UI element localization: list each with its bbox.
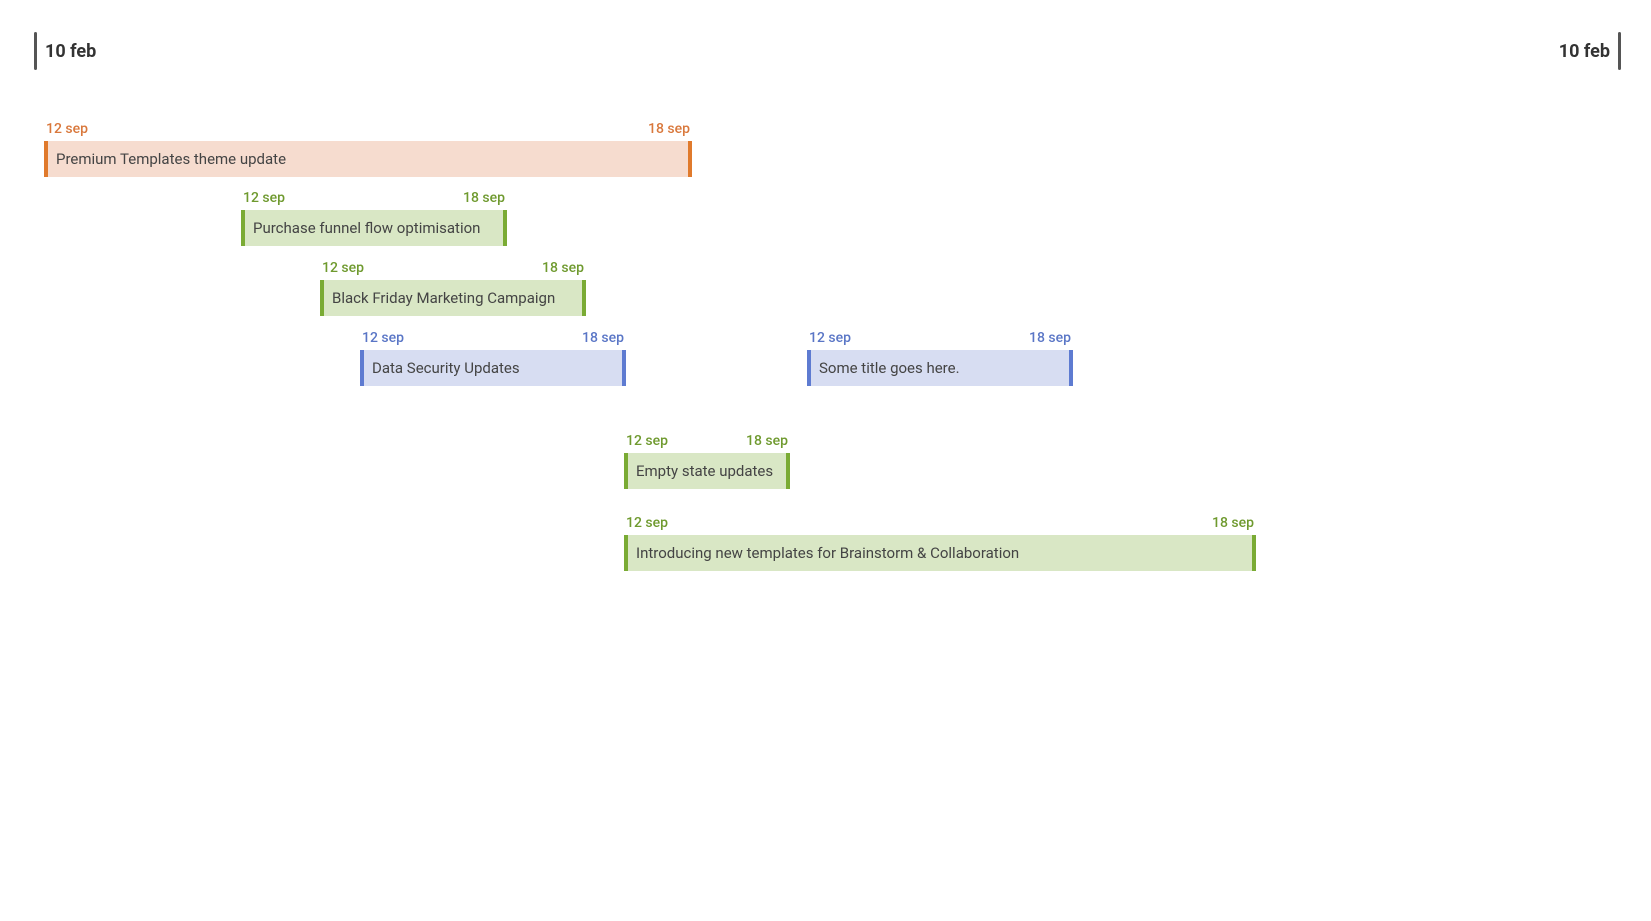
range-end-label: 10 feb: [1559, 41, 1610, 62]
bar-title: Premium Templates theme update: [44, 141, 692, 177]
bar-start-date: 12 sep: [809, 330, 851, 346]
timeline-bar-some-title[interactable]: 12 sep 18 sep Some title goes here.: [807, 330, 1073, 386]
bar-end-date: 18 sep: [1029, 330, 1071, 346]
bar-title: Empty state updates: [624, 453, 790, 489]
bar-dates: 12 sep 18 sep: [320, 260, 586, 280]
timeline-bar-empty-state[interactable]: 12 sep 18 sep Empty state updates: [624, 433, 790, 489]
range-end-marker: 10 feb: [1559, 32, 1621, 70]
range-start-tick-icon: [34, 32, 37, 70]
bar-end-date: 18 sep: [1212, 515, 1254, 531]
timeline-bar-premium-templates[interactable]: 12 sep 18 sep Premium Templates theme upda…: [44, 121, 692, 177]
bar-start-date: 12 sep: [626, 515, 668, 531]
timeline-bar-black-friday[interactable]: 12 sep 18 sep Black Friday Marketing Campa…: [320, 260, 586, 316]
bar-title: Purchase funnel flow optimisation: [241, 210, 507, 246]
bar-end-date: 18 sep: [648, 121, 690, 137]
bar-dates: 12 sep 18 sep: [624, 433, 790, 453]
bar-title: Some title goes here.: [807, 350, 1073, 386]
bar-dates: 12 sep 18 sep: [241, 190, 507, 210]
bar-start-date: 12 sep: [362, 330, 404, 346]
timeline-bar-data-security[interactable]: 12 sep 18 sep Data Security Updates: [360, 330, 626, 386]
bar-dates: 12 sep 18 sep: [360, 330, 626, 350]
bar-start-date: 12 sep: [322, 260, 364, 276]
bar-title: Introducing new templates for Brainstorm…: [624, 535, 1256, 571]
bar-dates: 12 sep 18 sep: [807, 330, 1073, 350]
bar-dates: 12 sep 18 sep: [624, 515, 1256, 535]
range-start-marker: 10 feb: [34, 32, 96, 70]
bar-start-date: 12 sep: [46, 121, 88, 137]
range-start-label: 10 feb: [45, 41, 96, 62]
bar-start-date: 12 sep: [626, 433, 668, 449]
timeline-canvas: 10 feb 10 feb 12 sep 18 sep Premium Templa…: [0, 0, 1651, 921]
timeline-bar-purchase-funnel[interactable]: 12 sep 18 sep Purchase funnel flow optimis…: [241, 190, 507, 246]
bar-dates: 12 sep 18 sep: [44, 121, 692, 141]
timeline-bar-new-templates[interactable]: 12 sep 18 sep Introducing new templates fo…: [624, 515, 1256, 571]
bar-end-date: 18 sep: [582, 330, 624, 346]
bar-end-date: 18 sep: [463, 190, 505, 206]
range-end-tick-icon: [1618, 32, 1621, 70]
bar-title: Data Security Updates: [360, 350, 626, 386]
bar-start-date: 12 sep: [243, 190, 285, 206]
bar-end-date: 18 sep: [746, 433, 788, 449]
bar-end-date: 18 sep: [542, 260, 584, 276]
bar-title: Black Friday Marketing Campaign: [320, 280, 586, 316]
